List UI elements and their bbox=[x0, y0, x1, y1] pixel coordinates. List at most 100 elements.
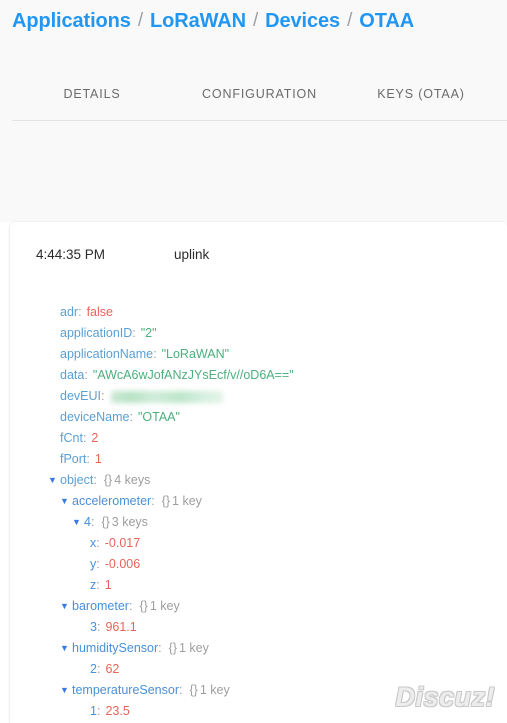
chevron-down-icon[interactable]: ▼ bbox=[48, 470, 60, 491]
json-key: barometer bbox=[72, 599, 129, 613]
breadcrumb-separator: / bbox=[347, 10, 353, 31]
json-value: 2 bbox=[91, 431, 99, 445]
tab-bar-divider bbox=[12, 120, 507, 121]
json-braces: {} bbox=[101, 515, 110, 529]
json-colon: : bbox=[96, 557, 100, 571]
json-braces: {} bbox=[189, 683, 198, 697]
json-key-count: 1 key bbox=[199, 683, 230, 697]
json-key: 4 bbox=[84, 515, 91, 529]
breadcrumb: Applications / LoRaWAN / Devices / OTAA bbox=[12, 4, 414, 38]
chevron-down-icon[interactable]: ▼ bbox=[72, 512, 84, 533]
json-row: z:1 bbox=[10, 575, 507, 596]
json-row: fPort:1 bbox=[10, 449, 507, 470]
json-value: 62 bbox=[105, 662, 120, 676]
json-value: "AWcA6wJofANzJYsEcf/v//oD6A==" bbox=[92, 368, 294, 382]
json-row: devEUI: bbox=[10, 386, 507, 407]
json-row: 2:62 bbox=[10, 659, 507, 680]
json-colon: : bbox=[129, 410, 133, 424]
event-timestamp: 4:44:35 PM bbox=[36, 246, 106, 262]
json-row[interactable]: ▼ humiditySensor: {} 1 key bbox=[10, 638, 507, 659]
event-card: 4:44:35 PM uplink adr: false applicationI… bbox=[10, 222, 507, 723]
json-row[interactable]: ▼ accelerometer: {} 1 key bbox=[10, 491, 507, 512]
json-key: object bbox=[60, 473, 94, 487]
breadcrumb-item-otaa[interactable]: OTAA bbox=[359, 10, 414, 33]
json-row: 3:961.1 bbox=[10, 617, 507, 638]
json-colon: : bbox=[96, 704, 101, 718]
json-colon: : bbox=[153, 347, 157, 361]
redacted-value bbox=[111, 390, 224, 403]
json-colon: : bbox=[93, 473, 97, 487]
json-key: devEUI bbox=[60, 389, 101, 403]
breadcrumb-separator: / bbox=[252, 10, 259, 31]
json-colon: : bbox=[132, 326, 136, 340]
json-colon: : bbox=[128, 599, 133, 613]
json-colon: : bbox=[82, 431, 87, 445]
json-row[interactable]: ▼ object: {} 4 keys bbox=[10, 470, 507, 491]
json-value: 1 bbox=[104, 578, 112, 592]
json-braces: {} bbox=[161, 494, 171, 508]
json-row: deviceName: "OTAA" bbox=[10, 407, 507, 428]
json-braces: {} bbox=[168, 641, 177, 655]
json-key: 1 bbox=[90, 704, 97, 718]
json-braces: {} bbox=[139, 599, 148, 613]
json-colon: : bbox=[96, 662, 101, 676]
json-colon: : bbox=[84, 368, 88, 382]
chevron-down-icon[interactable]: ▼ bbox=[60, 680, 72, 701]
json-key: adr bbox=[60, 305, 79, 319]
json-braces: {} bbox=[103, 473, 113, 487]
json-value: 23.5 bbox=[105, 704, 130, 718]
json-key: temperatureSensor bbox=[72, 683, 180, 697]
json-key: 2 bbox=[90, 662, 97, 676]
json-colon: : bbox=[179, 683, 183, 697]
json-key: fCnt bbox=[60, 431, 83, 445]
json-colon: : bbox=[151, 494, 155, 508]
json-colon: : bbox=[90, 515, 95, 529]
json-row[interactable]: ▼ 4: {} 3 keys bbox=[10, 512, 507, 533]
json-key: 3 bbox=[90, 620, 97, 634]
json-key: humiditySensor bbox=[72, 641, 159, 655]
json-key-count: 1 key bbox=[149, 599, 180, 613]
json-key: applicationID bbox=[60, 326, 133, 340]
tab-details[interactable]: DETAILS bbox=[12, 82, 172, 101]
json-key: applicationName bbox=[60, 347, 154, 361]
json-row[interactable]: ▼ barometer: {} 1 key bbox=[10, 596, 507, 617]
json-colon: : bbox=[86, 452, 90, 466]
json-key: data bbox=[60, 368, 85, 382]
discuz-watermark: Discuz! bbox=[395, 682, 495, 712]
json-row: applicationName: "LoRaWAN" bbox=[10, 344, 507, 365]
json-key-count: 1 key bbox=[172, 494, 202, 508]
breadcrumb-item-lorawan[interactable]: LoRaWAN bbox=[150, 10, 246, 33]
json-key-count: 4 keys bbox=[114, 473, 151, 487]
event-type-label: uplink bbox=[174, 246, 210, 262]
tab-configuration[interactable]: CONFIGURATION bbox=[172, 82, 347, 101]
tab-keys-otaa[interactable]: KEYS (OTAA) bbox=[347, 82, 495, 101]
json-colon: : bbox=[78, 305, 82, 319]
json-row: x: -0.017 bbox=[10, 533, 507, 554]
breadcrumb-item-devices[interactable]: Devices bbox=[265, 10, 340, 33]
chevron-down-icon[interactable]: ▼ bbox=[60, 491, 72, 512]
json-colon: : bbox=[96, 536, 100, 550]
json-key: fPort bbox=[60, 452, 87, 466]
chevron-down-icon[interactable]: ▼ bbox=[60, 596, 72, 617]
breadcrumb-item-applications[interactable]: Applications bbox=[12, 10, 131, 33]
json-value: 961.1 bbox=[105, 620, 137, 634]
json-key-count: 3 keys bbox=[111, 515, 148, 529]
json-key-count: 1 key bbox=[179, 641, 209, 655]
json-value: "LoRaWAN" bbox=[161, 347, 230, 361]
json-row: adr: false bbox=[10, 302, 507, 323]
json-viewer: adr: false applicationID: "2" applicationN… bbox=[10, 302, 507, 722]
json-colon: : bbox=[96, 578, 100, 592]
json-key: accelerometer bbox=[72, 494, 152, 508]
json-value: -0.017 bbox=[104, 536, 141, 550]
json-value: -0.006 bbox=[104, 557, 141, 571]
json-value: "2" bbox=[140, 326, 157, 340]
json-key: deviceName bbox=[60, 410, 130, 424]
event-header-row[interactable]: 4:44:35 PM uplink bbox=[10, 242, 507, 266]
tab-bar: DETAILS CONFIGURATION KEYS (OTAA) bbox=[12, 82, 495, 120]
json-row: applicationID: "2" bbox=[10, 323, 507, 344]
json-row: data: "AWcA6wJofANzJYsEcf/v//oD6A==" bbox=[10, 365, 507, 386]
chevron-down-icon[interactable]: ▼ bbox=[60, 638, 72, 659]
json-colon: : bbox=[101, 389, 105, 403]
json-value: 1 bbox=[94, 452, 102, 466]
breadcrumb-separator: / bbox=[137, 10, 143, 31]
